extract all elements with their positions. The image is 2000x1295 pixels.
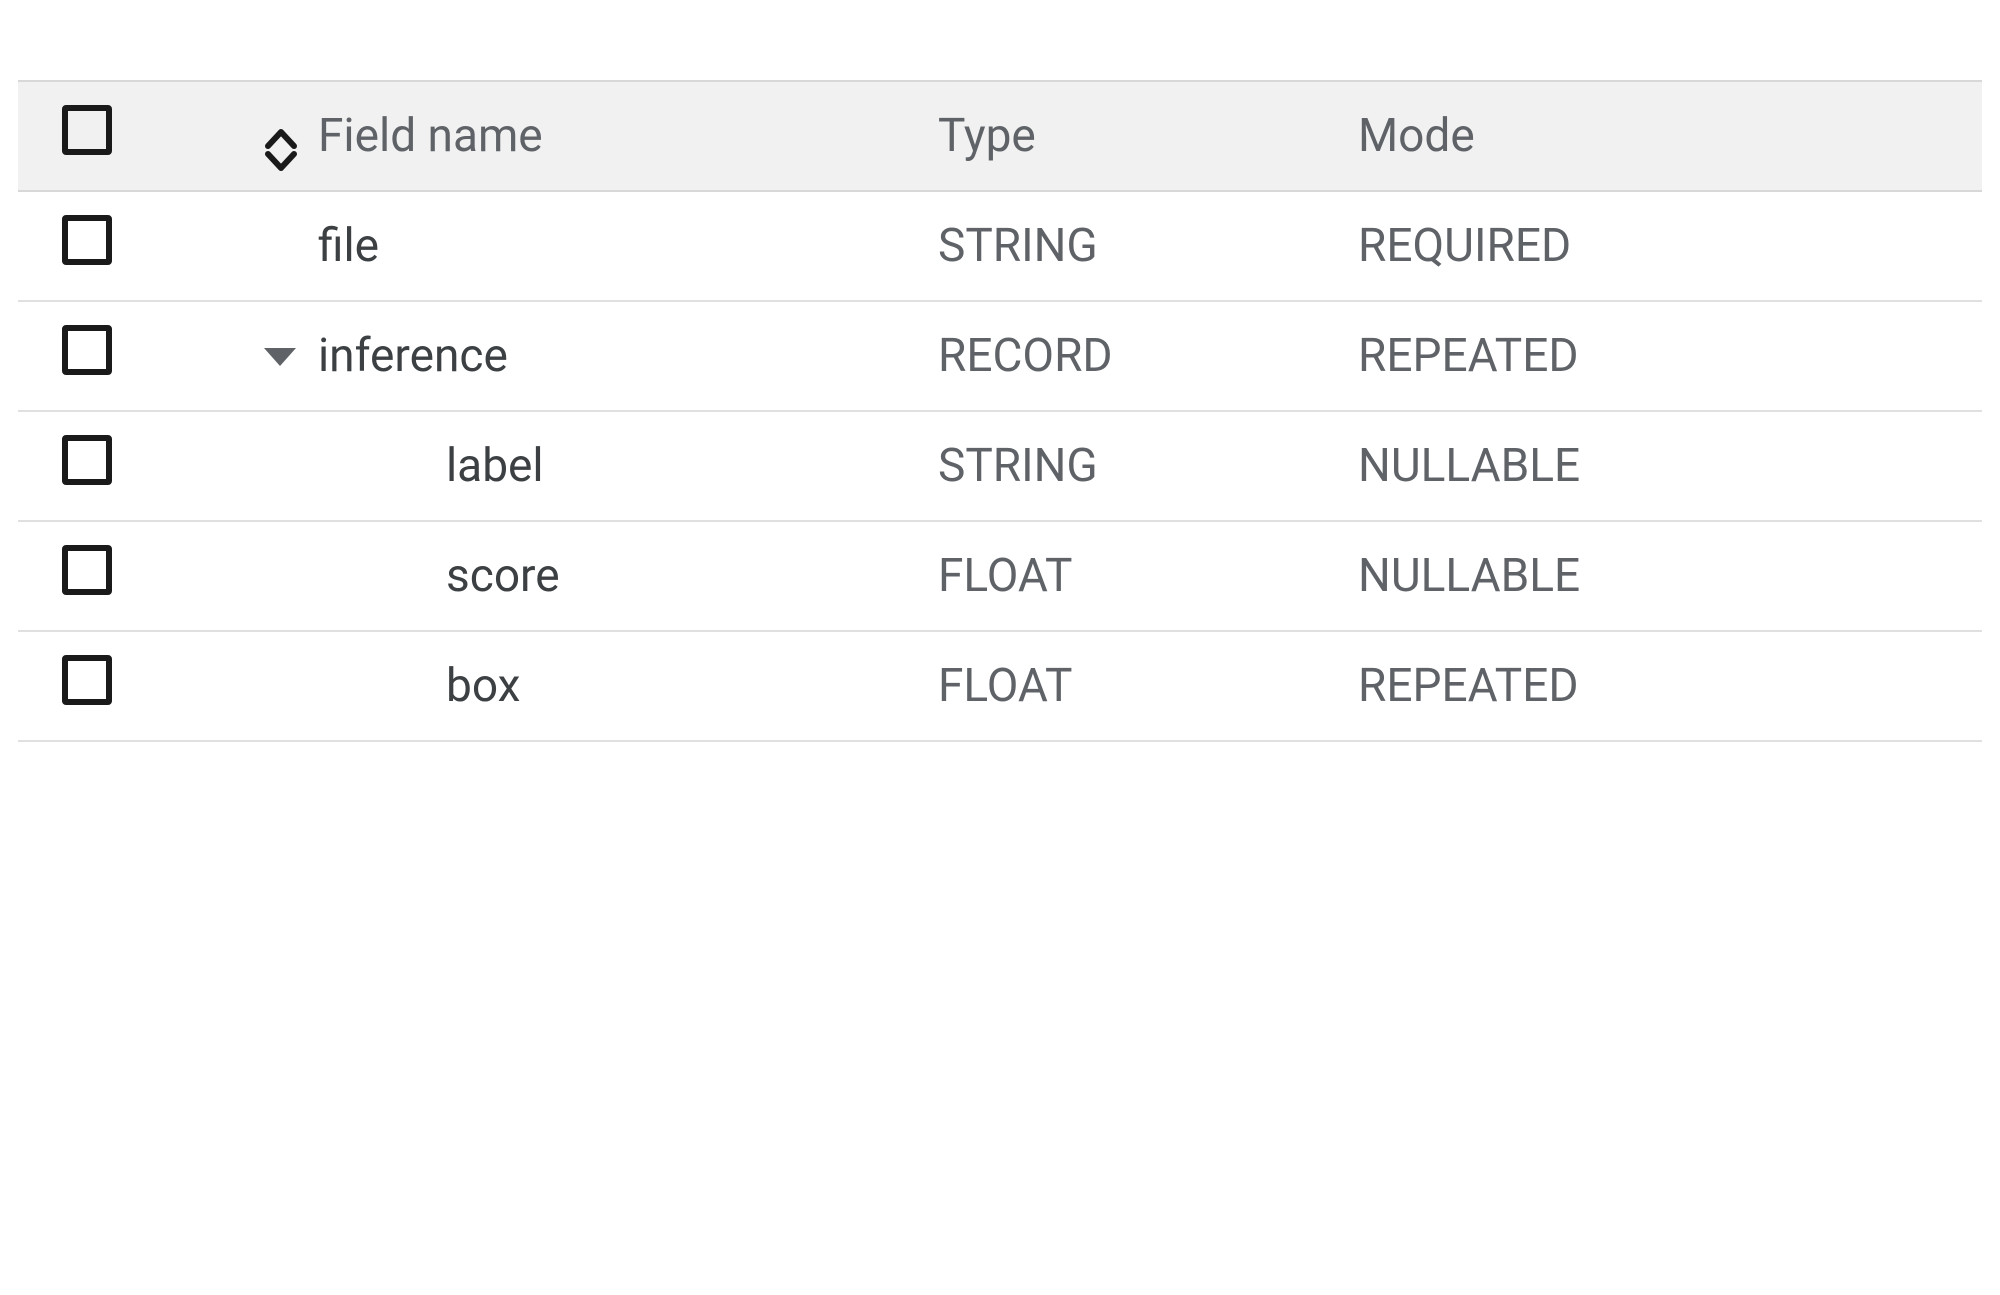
field-name-cell: score — [318, 521, 938, 631]
select-all-checkbox[interactable] — [62, 105, 112, 155]
column-header-field-name[interactable]: Field name — [318, 81, 938, 191]
field-name-cell: label — [318, 411, 938, 521]
field-type-cell: FLOAT — [938, 631, 1358, 741]
field-name-cell: inference — [318, 301, 938, 411]
table-row: boxFLOATREPEATED — [18, 631, 1982, 741]
sort-icon[interactable] — [262, 128, 300, 172]
column-header-mode[interactable]: Mode — [1358, 81, 1982, 191]
field-name-cell: file — [318, 191, 938, 301]
field-name-cell: box — [318, 631, 938, 741]
field-mode-cell: NULLABLE — [1358, 411, 1982, 521]
field-mode-cell: REQUIRED — [1358, 191, 1982, 301]
field-type-cell: STRING — [938, 411, 1358, 521]
table-row: inferenceRECORDREPEATED — [18, 301, 1982, 411]
field-type-cell: FLOAT — [938, 521, 1358, 631]
column-header-type[interactable]: Type — [938, 81, 1358, 191]
field-mode-cell: NULLABLE — [1358, 521, 1982, 631]
table-header-row: Field nameTypeMode — [18, 81, 1982, 191]
row-checkbox[interactable] — [62, 545, 112, 595]
field-type-cell: STRING — [938, 191, 1358, 301]
field-type-cell: RECORD — [938, 301, 1358, 411]
field-mode-cell: REPEATED — [1358, 631, 1982, 741]
row-checkbox[interactable] — [62, 325, 112, 375]
table-row: labelSTRINGNULLABLE — [18, 411, 1982, 521]
row-checkbox[interactable] — [62, 435, 112, 485]
field-mode-cell: REPEATED — [1358, 301, 1982, 411]
row-checkbox[interactable] — [62, 215, 112, 265]
table-row: fileSTRINGREQUIRED — [18, 191, 1982, 301]
row-checkbox[interactable] — [62, 655, 112, 705]
table-row: scoreFLOATNULLABLE — [18, 521, 1982, 631]
schema-table: Field nameTypeModefileSTRINGREQUIREDinfe… — [18, 80, 1982, 742]
expand-toggle-icon[interactable] — [198, 344, 300, 368]
